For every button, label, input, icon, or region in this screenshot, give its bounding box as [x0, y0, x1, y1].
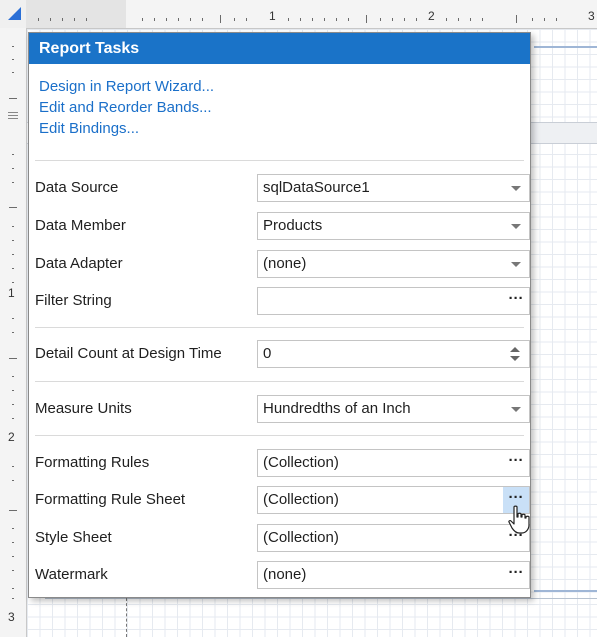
report-tasks-panel: Report Tasks Design in Report Wizard... …: [28, 32, 531, 598]
watermark-label: Watermark: [35, 566, 108, 583]
measure-units-value: Hundredths of an Inch: [263, 400, 411, 417]
actions-list: Design in Report Wizard... Edit and Reor…: [29, 64, 530, 139]
data-member-value: Products: [263, 217, 323, 234]
ruler-number: 3: [8, 610, 15, 624]
data-adapter-label: Data Adapter: [35, 255, 123, 272]
measure-units-label: Measure Units: [35, 400, 132, 417]
watermark-field[interactable]: (none) ···: [257, 561, 530, 589]
chevron-down-icon[interactable]: [511, 224, 521, 229]
band-line: [534, 590, 597, 592]
panel-title: Report Tasks: [29, 33, 530, 64]
formatting-rules-value: (Collection): [263, 454, 339, 471]
filter-string-ellipsis-button[interactable]: ···: [503, 288, 529, 314]
chevron-down-icon[interactable]: [511, 407, 521, 412]
data-member-row: Data Member Products: [35, 212, 530, 240]
formatting-rules-ellipsis-button[interactable]: ···: [503, 450, 529, 476]
data-member-label: Data Member: [35, 217, 126, 234]
data-adapter-value: (none): [263, 255, 307, 272]
spin-down-icon[interactable]: [510, 356, 520, 361]
formatting-rule-sheet-label: Formatting Rule Sheet: [35, 491, 186, 508]
edit-and-reorder-bands-link[interactable]: Edit and Reorder Bands...: [39, 97, 212, 118]
chevron-down-icon[interactable]: [511, 262, 521, 267]
measure-units-row: Measure Units Hundredths of an Inch: [35, 395, 530, 423]
separator: [35, 160, 524, 161]
style-sheet-field[interactable]: (Collection) ···: [257, 524, 530, 552]
filter-string-field[interactable]: ···: [257, 287, 530, 315]
style-sheet-row: Style Sheet (Collection) ···: [35, 524, 530, 552]
data-adapter-row: Data Adapter (none): [35, 250, 530, 278]
horizontal-ruler: 1 2 3: [26, 0, 597, 29]
page-margin-line: [126, 598, 127, 637]
ruler-number: 3: [588, 9, 595, 23]
watermark-value: (none): [263, 566, 307, 583]
formatting-rule-sheet-value: (Collection): [263, 491, 339, 508]
detail-count-label: Detail Count at Design Time: [35, 345, 222, 362]
formatting-rules-label: Formatting Rules: [35, 454, 150, 471]
ruler-number: 1: [8, 286, 15, 300]
detail-count-value: 0: [263, 345, 272, 362]
ruler-number: 2: [8, 430, 15, 444]
chevron-down-icon[interactable]: [511, 186, 521, 191]
design-in-report-wizard-link[interactable]: Design in Report Wizard...: [39, 76, 214, 97]
separator: [35, 381, 524, 382]
separator: [35, 435, 524, 436]
spin-up-icon[interactable]: [510, 347, 520, 352]
filter-string-label: Filter String: [35, 292, 112, 309]
ruler-number: 2: [428, 9, 435, 23]
detail-count-row: Detail Count at Design Time 0: [35, 340, 530, 368]
data-source-value: sqlDataSource1: [263, 179, 370, 196]
data-source-dropdown[interactable]: sqlDataSource1: [257, 174, 530, 202]
hand-pointer-icon: [508, 505, 530, 534]
formatting-rule-sheet-row: Formatting Rule Sheet (Collection) ···: [35, 486, 530, 514]
ruler-number: 1: [269, 9, 276, 23]
separator: [35, 327, 524, 328]
edit-bindings-link[interactable]: Edit Bindings...: [39, 118, 139, 139]
watermark-row: Watermark (none) ···: [35, 561, 530, 589]
measure-units-dropdown[interactable]: Hundredths of an Inch: [257, 395, 530, 423]
ruler-corner[interactable]: [0, 0, 27, 29]
data-source-label: Data Source: [35, 179, 119, 196]
page-margin-line: [45, 598, 597, 599]
band-line: [534, 46, 597, 48]
style-sheet-label: Style Sheet: [35, 529, 112, 546]
style-sheet-value: (Collection): [263, 529, 339, 546]
detail-count-spinner[interactable]: 0: [257, 340, 530, 368]
watermark-ellipsis-button[interactable]: ···: [503, 562, 529, 588]
vertical-ruler: 1 2 3: [0, 28, 27, 637]
data-member-dropdown[interactable]: Products: [257, 212, 530, 240]
formatting-rule-sheet-field[interactable]: (Collection) ···: [257, 486, 530, 514]
data-source-row: Data Source sqlDataSource1: [35, 174, 530, 202]
ruler-margin-zone: [26, 0, 126, 28]
formatting-rules-field[interactable]: (Collection) ···: [257, 449, 530, 477]
corner-triangle-icon: [8, 7, 21, 20]
filter-string-row: Filter String ···: [35, 287, 530, 315]
data-adapter-dropdown[interactable]: (none): [257, 250, 530, 278]
formatting-rules-row: Formatting Rules (Collection) ···: [35, 449, 530, 477]
